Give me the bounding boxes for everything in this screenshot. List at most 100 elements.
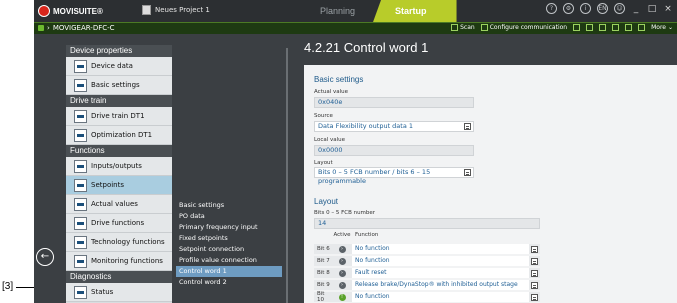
project-icon: [142, 5, 151, 15]
nav-item-technology-functions[interactable]: Technology functions: [66, 233, 172, 252]
tab-planning[interactable]: Planning: [302, 0, 373, 22]
subnav-item-fixed-setpoints[interactable]: Fixed setpoints: [176, 233, 282, 244]
help-icon[interactable]: ?: [546, 3, 557, 14]
function-value: Fault reset: [352, 268, 529, 278]
stop-icon[interactable]: [638, 24, 646, 31]
subnav-item-setpoint-connection[interactable]: Setpoint connection: [176, 244, 282, 255]
bit-label: Bit 10: [317, 291, 325, 303]
project-tab[interactable]: Neues Project 1: [142, 5, 210, 15]
drive-train-icon: [74, 109, 87, 123]
layout-label: Layout: [314, 160, 333, 166]
nav-category-diagnostics: Diagnostics: [66, 271, 172, 283]
inactive-status-icon: ›: [338, 257, 346, 265]
page-title: 4.2.21 Control word 1: [304, 40, 429, 55]
titlebar-tools: ? ⚙ i EN ☺ _ □ ×: [546, 3, 673, 14]
actual-value-label: Actual value: [314, 89, 349, 95]
configure-communication-button[interactable]: Configure communication: [480, 24, 568, 31]
nav-item-basic-settings[interactable]: Basic settings: [66, 76, 172, 95]
active-column-header: Active: [333, 232, 351, 238]
nav-item-drive-train-dt1[interactable]: Drive train DT1: [66, 107, 172, 126]
scan-button[interactable]: Scan: [451, 24, 475, 31]
nav-scrollbar[interactable]: [286, 48, 288, 303]
layout-dropdown[interactable]: Bits 0 – 5 FCB number / bits 6 – 15 prog…: [314, 167, 474, 185]
local-value-field[interactable]: 0x0000: [314, 145, 474, 156]
chevron-down-icon: ⌄: [667, 24, 673, 31]
subnav-item-primary-frequency-input[interactable]: Primary frequency input: [176, 222, 282, 233]
nav-category-functions: Functions: [66, 145, 172, 157]
layout-value: Bits 0 – 5 FCB number / bits 6 – 15 prog…: [318, 168, 431, 185]
nav-item-actual-values[interactable]: Actual values: [66, 195, 172, 214]
bit-table-header: Active Function: [314, 232, 378, 238]
brand-name: MOVISUITE®: [53, 6, 103, 16]
nav-item-monitoring-functions[interactable]: Monitoring functions: [66, 252, 172, 271]
project-name: Neues Project 1: [155, 6, 210, 14]
list-icon[interactable]: [531, 281, 538, 289]
movisuite-window: MOVISUITE® Neues Project 1 Planning Star…: [34, 0, 677, 303]
subnav-item-profile-value-connection[interactable]: Profile value connection: [176, 255, 282, 266]
close-button[interactable]: ×: [663, 4, 673, 14]
more-label: More: [651, 24, 666, 31]
upload-icon[interactable]: [612, 24, 620, 31]
nav-item-drive-functions[interactable]: Drive functions: [66, 214, 172, 233]
minimize-button[interactable]: _: [631, 4, 641, 14]
basic-settings-icon: [74, 78, 87, 92]
user-icon[interactable]: ☺: [614, 3, 625, 14]
bit-label: Bit 8: [317, 270, 330, 276]
optimization-icon: [74, 128, 87, 142]
nav-item-label: Monitoring functions: [91, 257, 163, 265]
nav-item-device-data[interactable]: Device data: [66, 57, 172, 76]
table-row: Bit 7 › No function: [314, 256, 540, 267]
nav-category-device-properties: Device properties: [66, 45, 172, 57]
nav-item-optimization-dt1[interactable]: Optimization DT1: [66, 126, 172, 145]
download-icon[interactable]: [599, 24, 607, 31]
function-value: No function: [352, 256, 529, 266]
device-selector[interactable]: › MOVIGEAR-DFC-C: [38, 24, 115, 32]
table-row: Bit 6 › No function: [314, 244, 540, 255]
function-value: No function: [352, 292, 529, 302]
list-icon[interactable]: [464, 123, 471, 130]
section-title-layout: Layout: [314, 197, 339, 206]
nav-item-inputs-outputs[interactable]: Inputs/outputs: [66, 157, 172, 176]
subnav-item-control-word-2[interactable]: Control word 2: [176, 277, 282, 288]
local-value-label: Local value: [314, 137, 346, 143]
fcb-number-value: 14: [318, 219, 327, 227]
table-row: Bit 8 › Fault reset: [314, 268, 540, 279]
tree-icon[interactable]: [573, 24, 581, 31]
actual-value: 0x040e: [318, 98, 343, 106]
nav-item-status[interactable]: Status: [66, 283, 172, 302]
monitoring-functions-icon: [74, 254, 87, 268]
bit-label: Bit 6: [317, 246, 330, 252]
list-icon[interactable]: [531, 245, 538, 253]
back-arrow-button[interactable]: ←: [36, 248, 54, 266]
list-icon[interactable]: [531, 293, 538, 301]
more-menu[interactable]: More ⌄: [651, 24, 673, 31]
info-icon[interactable]: i: [580, 3, 591, 14]
list-icon[interactable]: [531, 269, 538, 277]
settings-icon[interactable]: ⚙: [563, 3, 574, 14]
list-icon[interactable]: [531, 257, 538, 265]
bit-column-header: [314, 232, 332, 238]
device-data-icon: [74, 59, 87, 73]
device-bar: › MOVIGEAR-DFC-C Scan Configure communic…: [34, 22, 677, 34]
inactive-status-icon: ›: [338, 245, 346, 253]
setpoints-icon: [74, 178, 87, 192]
subnav-item-po-data[interactable]: PO data: [176, 211, 282, 222]
chevron-right-icon: ›: [47, 24, 50, 32]
nav-item-setpoints[interactable]: Setpoints: [66, 176, 172, 195]
tab-startup[interactable]: Startup: [373, 0, 457, 22]
table-row: Bit 9 › Release brake/DynaStop® with inh…: [314, 280, 540, 291]
person-icon[interactable]: [586, 24, 594, 31]
subnav-item-control-word-1[interactable]: Control word 1: [176, 266, 282, 277]
table-row: Bit 10 ! No function: [314, 291, 540, 303]
language-icon[interactable]: EN: [597, 3, 608, 14]
source-value: Data Flexibility output data 1: [318, 122, 414, 130]
maximize-button[interactable]: □: [647, 4, 657, 14]
brand[interactable]: MOVISUITE®: [38, 4, 103, 18]
list-icon[interactable]: [464, 169, 471, 176]
parameter-panel: Basic settings Actual value 0x040e Sourc…: [304, 65, 677, 303]
configure-label: Configure communication: [489, 24, 568, 31]
subnav-item-basic-settings[interactable]: Basic settings: [176, 200, 282, 211]
scan-icon: [451, 24, 459, 31]
monitor-icon[interactable]: [625, 24, 633, 31]
source-dropdown[interactable]: Data Flexibility output data 1: [314, 121, 474, 132]
